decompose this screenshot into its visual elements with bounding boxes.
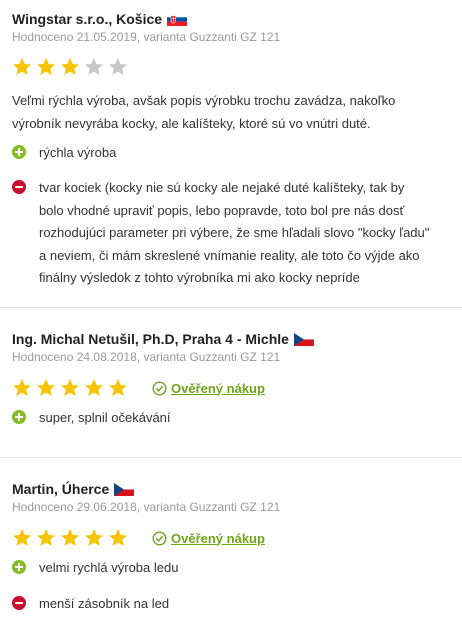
con-text: menší zásobník na led bbox=[39, 596, 170, 611]
star-filled-icon bbox=[37, 529, 55, 546]
plus-circle-icon bbox=[12, 145, 26, 159]
star-rating bbox=[12, 528, 132, 548]
star-filled-icon bbox=[13, 379, 31, 396]
star-filled-icon bbox=[109, 379, 127, 396]
review: Wingstar s.r.o., Košice Hodnoceno 21.05.… bbox=[0, 0, 462, 297]
review-meta: Hodnoceno 29.06.2018, varianta Guzzanti … bbox=[12, 500, 281, 514]
rating-row bbox=[12, 57, 462, 77]
reviewer-name: Ing. Michal Netušil, Ph.D, Praha 4 - Mic… bbox=[12, 331, 289, 347]
star-filled-icon bbox=[13, 58, 31, 75]
star-empty-icon bbox=[85, 58, 103, 75]
review: Ing. Michal Netušil, Ph.D, Praha 4 - Mic… bbox=[0, 307, 462, 457]
star-filled-icon bbox=[61, 58, 79, 75]
pro-item: rýchla výroba bbox=[12, 142, 462, 164]
review-meta: Hodnoceno 24.08.2018, varianta Guzzanti … bbox=[12, 350, 281, 364]
verified-purchase-link[interactable]: Ověřený nákup bbox=[152, 381, 265, 396]
star-filled-icon bbox=[85, 379, 103, 396]
rating-row: Ověřený nákup bbox=[12, 528, 462, 548]
star-rating bbox=[12, 378, 132, 398]
con-text: tvar kociek (kocky nie sú kocky ale neja… bbox=[39, 180, 430, 286]
slovakia-flag-icon bbox=[167, 12, 188, 26]
minus-circle-icon bbox=[12, 180, 26, 194]
verified-purchase-link[interactable]: Ověřený nákup bbox=[152, 531, 265, 546]
plus-circle-icon bbox=[12, 410, 26, 424]
star-empty-icon bbox=[109, 58, 127, 75]
czech-flag-icon bbox=[114, 482, 135, 496]
czech-flag-icon bbox=[293, 332, 314, 346]
star-filled-icon bbox=[61, 379, 79, 396]
reviewer-name: Martin, Úherce bbox=[12, 481, 110, 497]
star-filled-icon bbox=[109, 529, 127, 546]
reviewer-name: Wingstar s.r.o., Košice bbox=[12, 11, 163, 27]
review-header: Ing. Michal Netušil, Ph.D, Praha 4 - Mic… bbox=[12, 329, 462, 349]
review-header: Martin, Úherce bbox=[12, 479, 462, 499]
star-rating bbox=[12, 57, 132, 77]
star-filled-icon bbox=[37, 379, 55, 396]
review-meta: Hodnoceno 21.05.2019, varianta Guzzanti … bbox=[12, 30, 281, 44]
check-circle-icon bbox=[152, 380, 167, 396]
check-circle-icon bbox=[152, 530, 167, 546]
pro-text: velmi rychlá výroba ledu bbox=[39, 560, 179, 575]
star-filled-icon bbox=[61, 529, 79, 546]
rating-row: Ověřený nákup bbox=[12, 378, 462, 398]
plus-circle-icon bbox=[12, 560, 26, 574]
verified-label: Ověřený nákup bbox=[171, 530, 265, 546]
star-filled-icon bbox=[85, 529, 103, 546]
pro-item: super, splnil očekávání bbox=[12, 407, 462, 429]
con-item: menší zásobník na led bbox=[12, 593, 462, 615]
con-item: tvar kociek (kocky nie sú kocky ale neja… bbox=[12, 177, 462, 290]
star-filled-icon bbox=[37, 58, 55, 75]
review-text: Veľmi rýchla výroba, avšak popis výrobku… bbox=[12, 93, 396, 131]
review: Martin, Úherce Hodnoceno 29.06.2018, var… bbox=[0, 457, 462, 619]
pro-text: super, splnil očekávání bbox=[39, 410, 171, 425]
review-header: Wingstar s.r.o., Košice bbox=[12, 9, 462, 29]
verified-label: Ověřený nákup bbox=[171, 380, 265, 396]
minus-circle-icon bbox=[12, 596, 26, 610]
pro-item: velmi rychlá výroba ledu bbox=[12, 557, 462, 579]
pro-text: rýchla výroba bbox=[39, 145, 117, 160]
star-filled-icon bbox=[13, 529, 31, 546]
